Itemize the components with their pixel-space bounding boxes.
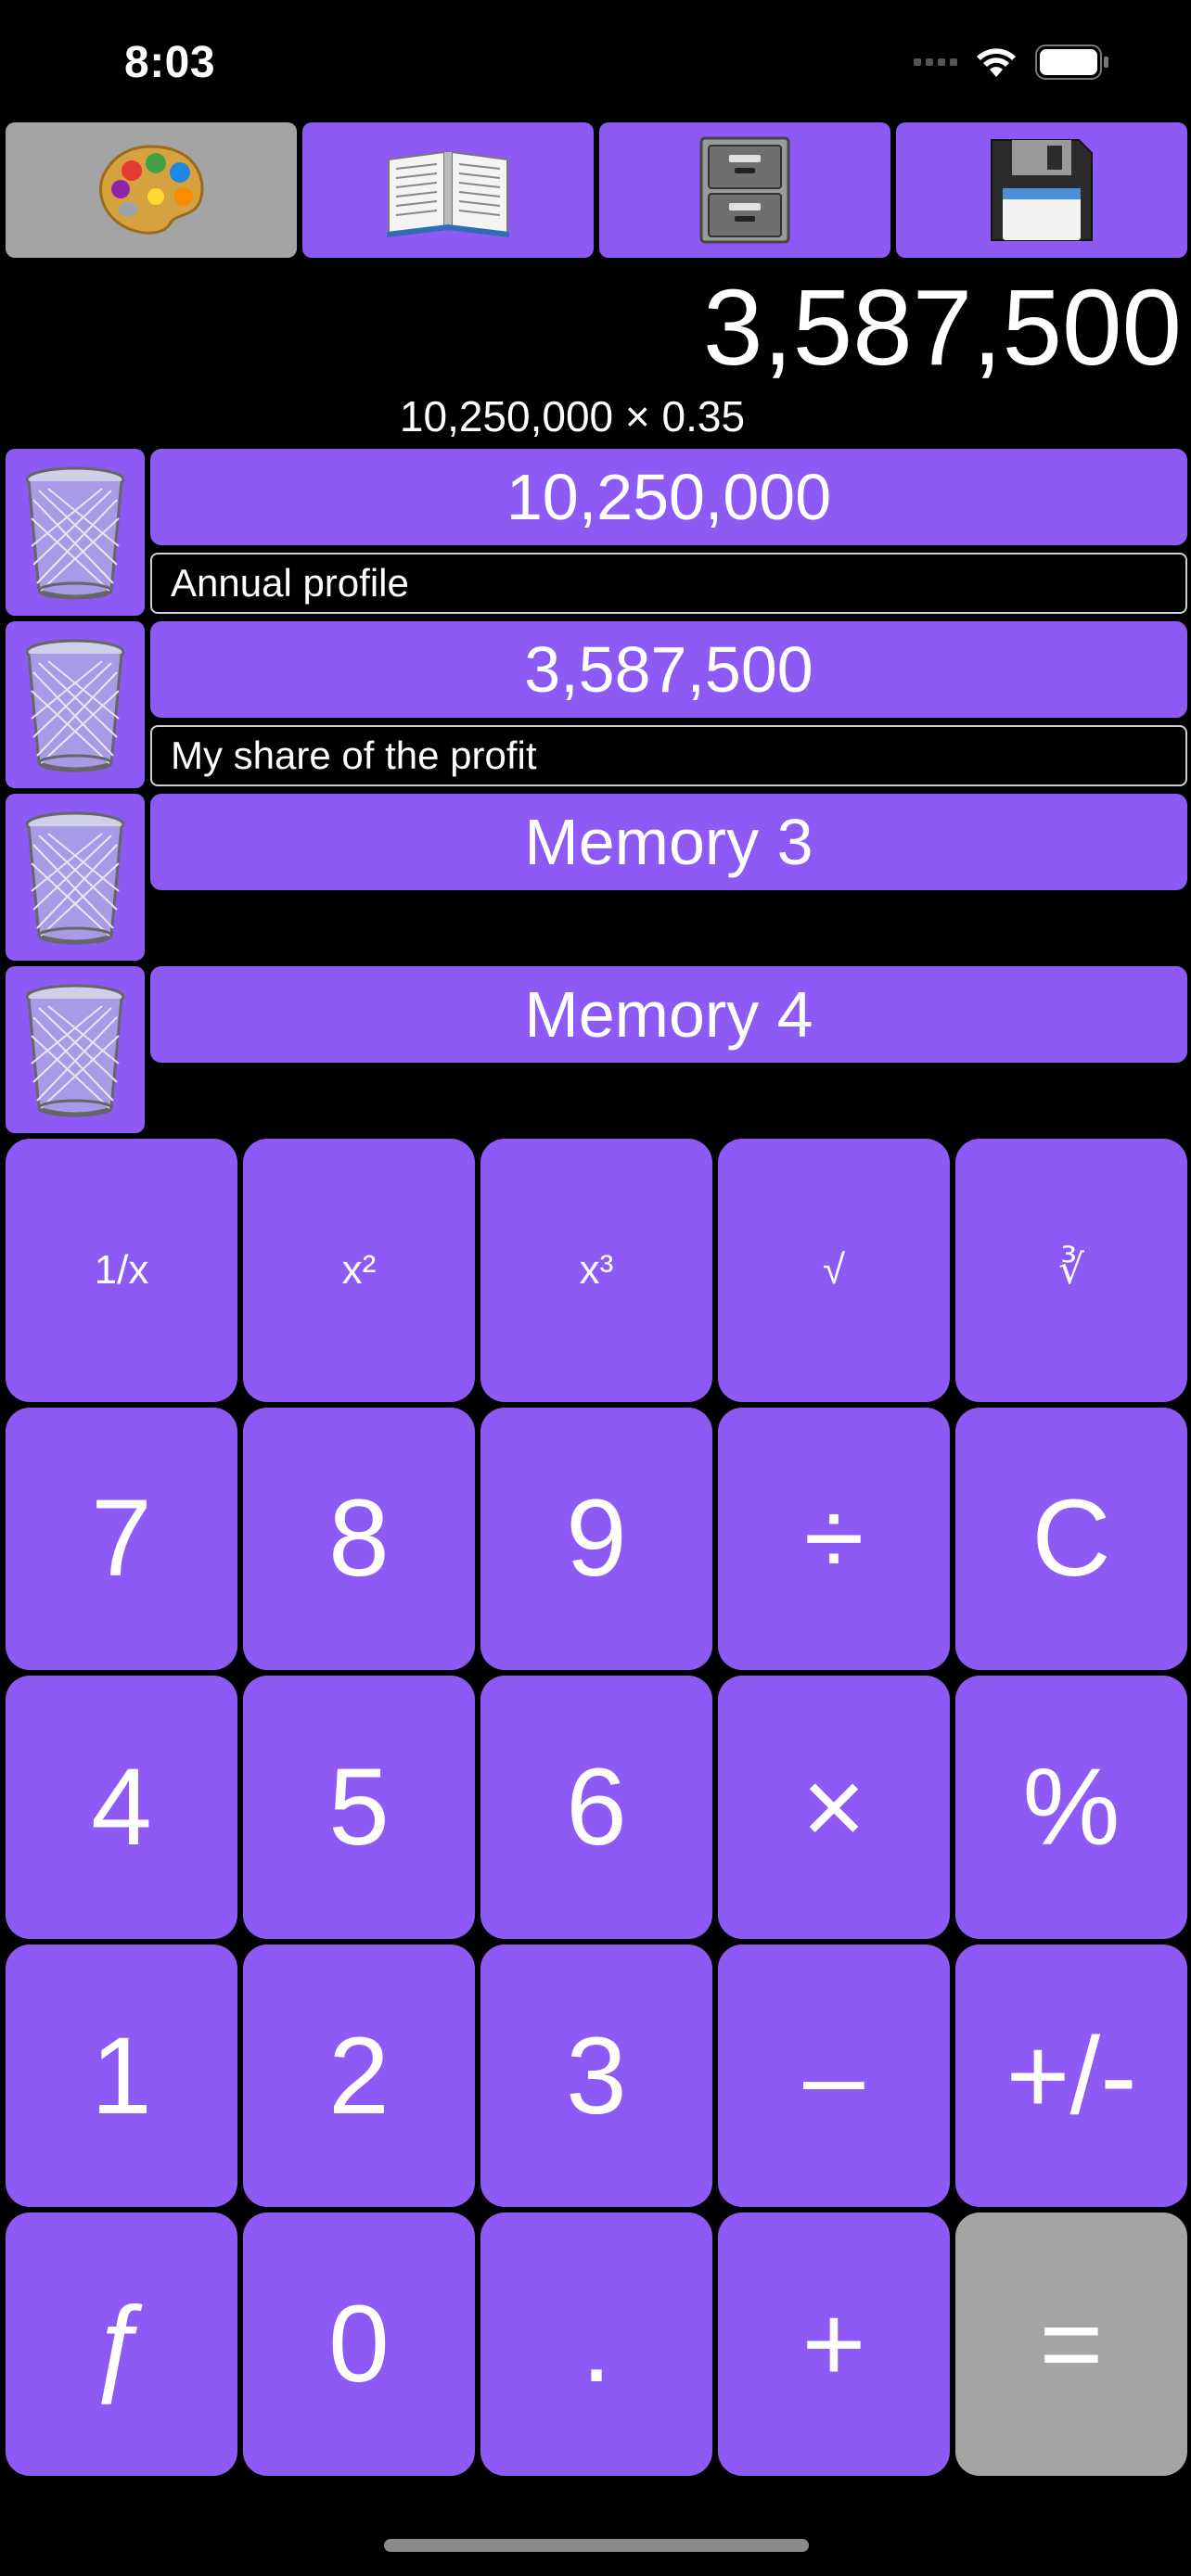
home-indicator[interactable]	[384, 2539, 809, 2552]
memory-3-value-button[interactable]: Memory 3	[150, 794, 1187, 890]
status-icons	[914, 45, 1109, 80]
equals-key[interactable]: =	[955, 2213, 1187, 2476]
digit-1-key[interactable]: 1	[6, 1944, 237, 2208]
archive-button[interactable]	[599, 122, 890, 258]
expression-display: 10,250,000 × 0.35	[399, 392, 746, 440]
digit-5-key[interactable]: 5	[243, 1676, 475, 1939]
file-cabinet-icon	[699, 136, 790, 244]
keypad: 1/x x² x³ √ ∛ 7 8 9 ÷ C 4 5 6 ×% 1 2 3– +/- ƒ 0. + =	[6, 1139, 1187, 2476]
memory-1-delete-button[interactable]	[6, 449, 145, 616]
book-icon	[387, 150, 509, 237]
memory-2-label-field[interactable]: My share of the profit	[150, 725, 1187, 786]
cube-root-key[interactable]: ∛	[955, 1139, 1187, 1402]
trash-icon	[25, 984, 125, 1117]
theme-button[interactable]	[6, 122, 297, 258]
trash-icon	[25, 466, 125, 600]
digit-9-key[interactable]: 9	[480, 1407, 712, 1671]
reciprocal-key[interactable]: 1/x	[6, 1139, 237, 1402]
function-key[interactable]: ƒ	[6, 2213, 237, 2476]
multiply-key[interactable]: ×	[718, 1676, 950, 1939]
percent-key[interactable]: %	[955, 1676, 1187, 1939]
clear-key[interactable]: C	[955, 1407, 1187, 1671]
battery-icon	[1035, 45, 1108, 80]
cellular-signal-icon	[914, 58, 957, 66]
square-root-key[interactable]: √	[718, 1139, 950, 1402]
memory-4-delete-button[interactable]	[6, 966, 145, 1133]
digit-3-key[interactable]: 3	[480, 1944, 712, 2208]
trash-icon	[25, 639, 125, 772]
memory-1-value-button[interactable]: 10,250,000	[150, 449, 1187, 545]
memory-1-label-field[interactable]: Annual profile	[150, 553, 1187, 614]
save-button[interactable]	[896, 122, 1187, 258]
digit-4-key[interactable]: 4	[6, 1676, 237, 1939]
subtract-key[interactable]: –	[718, 1944, 950, 2208]
digit-0-key[interactable]: 0	[243, 2213, 475, 2476]
memory-row-4: Memory 4	[6, 966, 1187, 1133]
history-button[interactable]	[302, 122, 594, 258]
memory-2-delete-button[interactable]	[6, 621, 145, 788]
palette-icon	[99, 145, 204, 235]
memory-4-value-button[interactable]: Memory 4	[150, 966, 1187, 1063]
memory-2-value-button[interactable]: 3,587,500	[150, 621, 1187, 718]
digit-2-key[interactable]: 2	[243, 1944, 475, 2208]
sign-toggle-key[interactable]: +/-	[955, 1944, 1187, 2208]
toolbar	[6, 122, 1187, 258]
memory-row-3: Memory 3	[6, 794, 1187, 961]
cube-key[interactable]: x³	[480, 1139, 712, 1402]
digit-6-key[interactable]: 6	[480, 1676, 712, 1939]
add-key[interactable]: +	[718, 2213, 950, 2476]
memory-row-1: 10,250,000 Annual profile	[6, 449, 1187, 616]
memory-3-delete-button[interactable]	[6, 794, 145, 961]
square-key[interactable]: x²	[243, 1139, 475, 1402]
digit-7-key[interactable]: 7	[6, 1407, 237, 1671]
digit-8-key[interactable]: 8	[243, 1407, 475, 1671]
floppy-disk-icon	[991, 139, 1093, 241]
wifi-icon	[977, 48, 1016, 77]
decimal-key[interactable]: .	[480, 2213, 712, 2476]
trash-icon	[25, 811, 125, 945]
status-time: 8:03	[124, 38, 216, 87]
memory-row-2: 3,587,500 My share of the profit	[6, 621, 1187, 788]
main-display: 3,587,500	[702, 267, 1182, 388]
divide-key[interactable]: ÷	[718, 1407, 950, 1671]
